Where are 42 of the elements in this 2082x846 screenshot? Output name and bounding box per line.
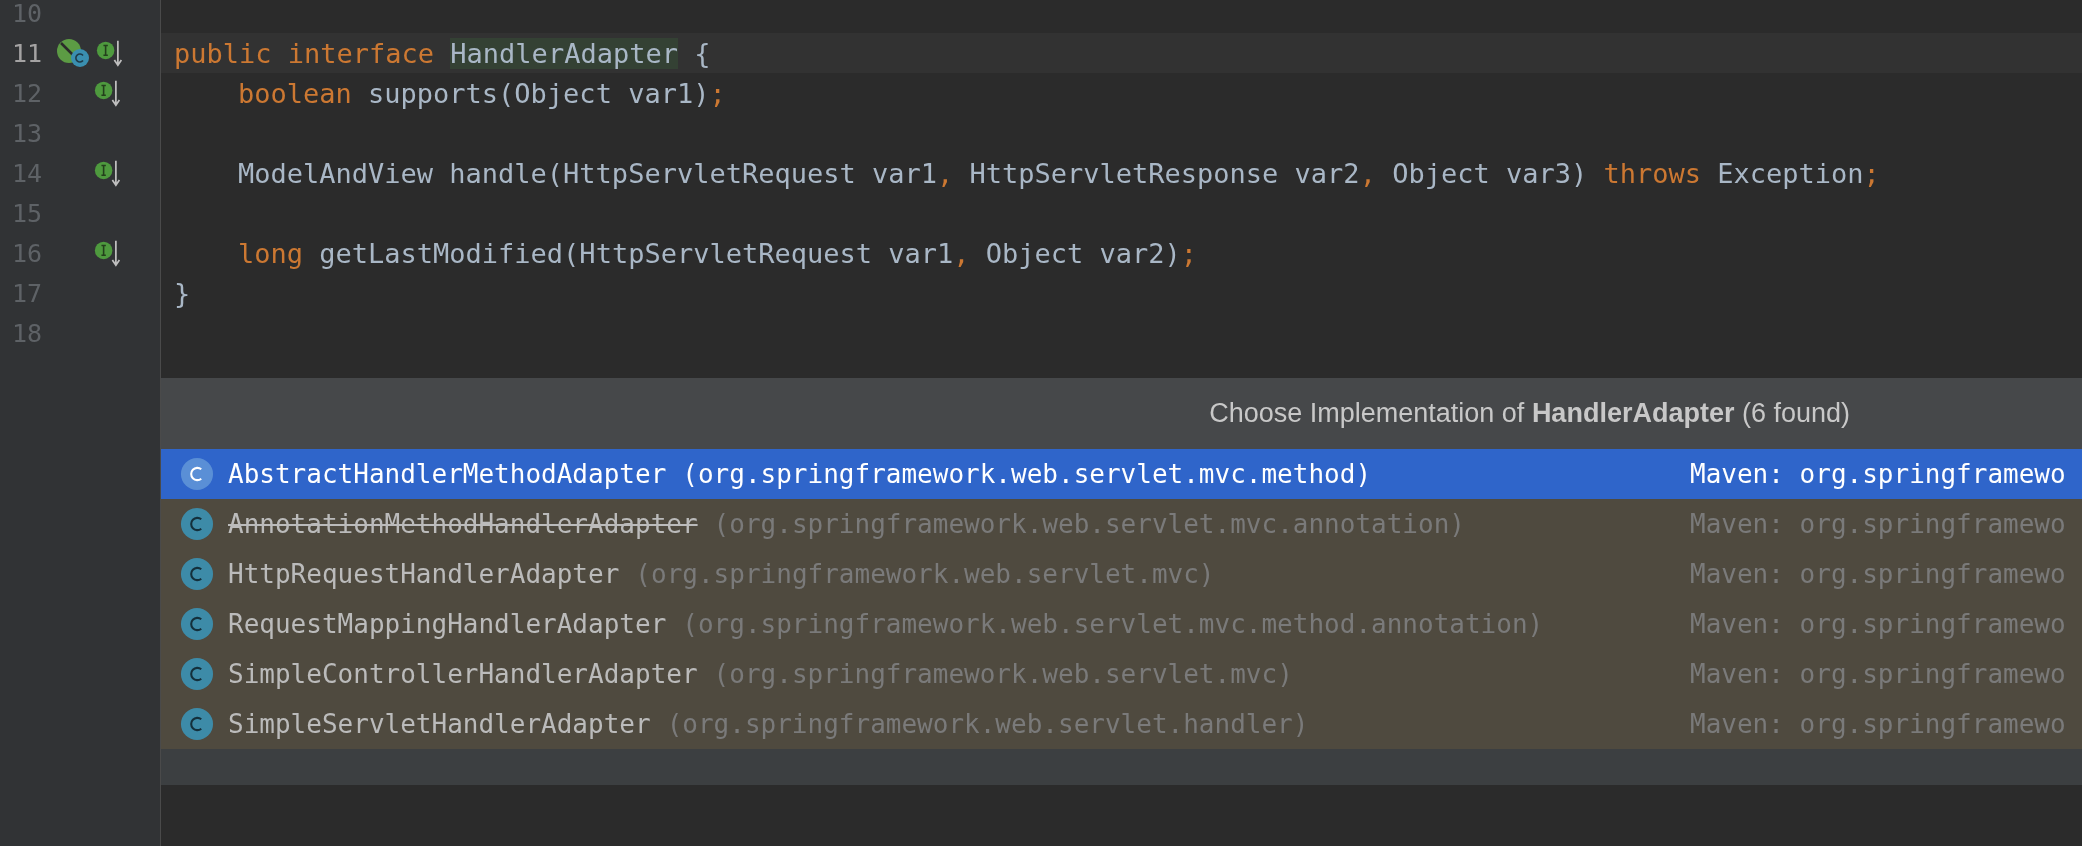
package-name: (org.springframework.web.servlet.mvc) (635, 559, 1216, 589)
library-name: Maven: org.springframewo (1690, 459, 2067, 489)
class-icon (180, 707, 214, 741)
implemented-icon[interactable] (94, 78, 122, 108)
library-name: Maven: org.springframewo (1690, 659, 2067, 689)
class-name: AbstractHandlerMethodAdapter (228, 459, 667, 489)
implemented-icon[interactable] (94, 238, 122, 268)
class-name: SimpleServletHandlerAdapter (228, 709, 651, 739)
class-name: AnnotationMethodHandlerAdapter (228, 509, 698, 539)
library-name: Maven: org.springframewo (1690, 559, 2067, 589)
implementation-item[interactable]: SimpleControllerHandlerAdapter (org.springframework.web.servlet.mvc) Maven: org.springframewo (161, 649, 2082, 699)
code-line: boolean supports(Object var1); (237, 77, 726, 109)
code-line: } (174, 277, 191, 309)
bean-class-icon[interactable] (56, 38, 90, 68)
implemented-icon[interactable] (96, 38, 124, 68)
class-icon (180, 457, 214, 491)
code-line: public interface HandlerAdapter { (174, 37, 711, 69)
library-name: Maven: org.springframewo (1690, 609, 2067, 639)
class-icon (180, 507, 214, 541)
class-icon (180, 557, 214, 591)
implementation-item[interactable]: AbstractHandlerMethodAdapter (org.springframework.web.servlet.mvc.method) Maven: org.springframewo (161, 449, 2082, 499)
package-name: (org.springframework.web.servlet.handler) (666, 709, 1310, 739)
popup-title: Choose Implementation of HandlerAdapter (6 found) (1209, 398, 1850, 429)
code-line: long getLastModified(HttpServletRequest var1, Object var2); (237, 237, 1198, 269)
class-name: RequestMappingHandlerAdapter (228, 609, 667, 639)
implementation-item[interactable]: RequestMappingHandlerAdapter (org.springframework.web.servlet.mvc.method.annotation) Maven: org.springframewo (161, 599, 2082, 649)
code-line: ModelAndView handle(HttpServletRequest var1, HttpServletResponse var2, Object var3) throws Exception; (237, 157, 1880, 189)
package-name: (org.springframework.web.servlet.mvc.method) (682, 459, 1373, 489)
implementation-item[interactable]: HttpRequestHandlerAdapter (org.springframework.web.servlet.mvc) Maven: org.springframewo (161, 549, 2082, 599)
implementation-item[interactable]: AnnotationMethodHandlerAdapter (org.springframework.web.servlet.mvc.annotation) Maven: org.springframewo (161, 499, 2082, 549)
line-number: 11 (10, 38, 42, 68)
library-name: Maven: org.springframewo (1690, 709, 2067, 739)
package-name: (org.springframework.web.servlet.mvc) (713, 659, 1294, 689)
library-name: Maven: org.springframewo (1690, 509, 2067, 539)
class-name: SimpleControllerHandlerAdapter (228, 659, 698, 689)
class-icon (180, 657, 214, 691)
implemented-icon[interactable] (94, 158, 122, 188)
class-icon (180, 607, 214, 641)
implementation-item[interactable]: SimpleServletHandlerAdapter (org.springframework.web.servlet.handler) Maven: org.springframewo (161, 699, 2082, 749)
package-name: (org.springframework.web.servlet.mvc.method.annotation) (682, 609, 1543, 639)
class-name: HttpRequestHandlerAdapter (228, 559, 620, 589)
package-name: (org.springframework.web.servlet.mvc.annotation) (713, 509, 1466, 539)
